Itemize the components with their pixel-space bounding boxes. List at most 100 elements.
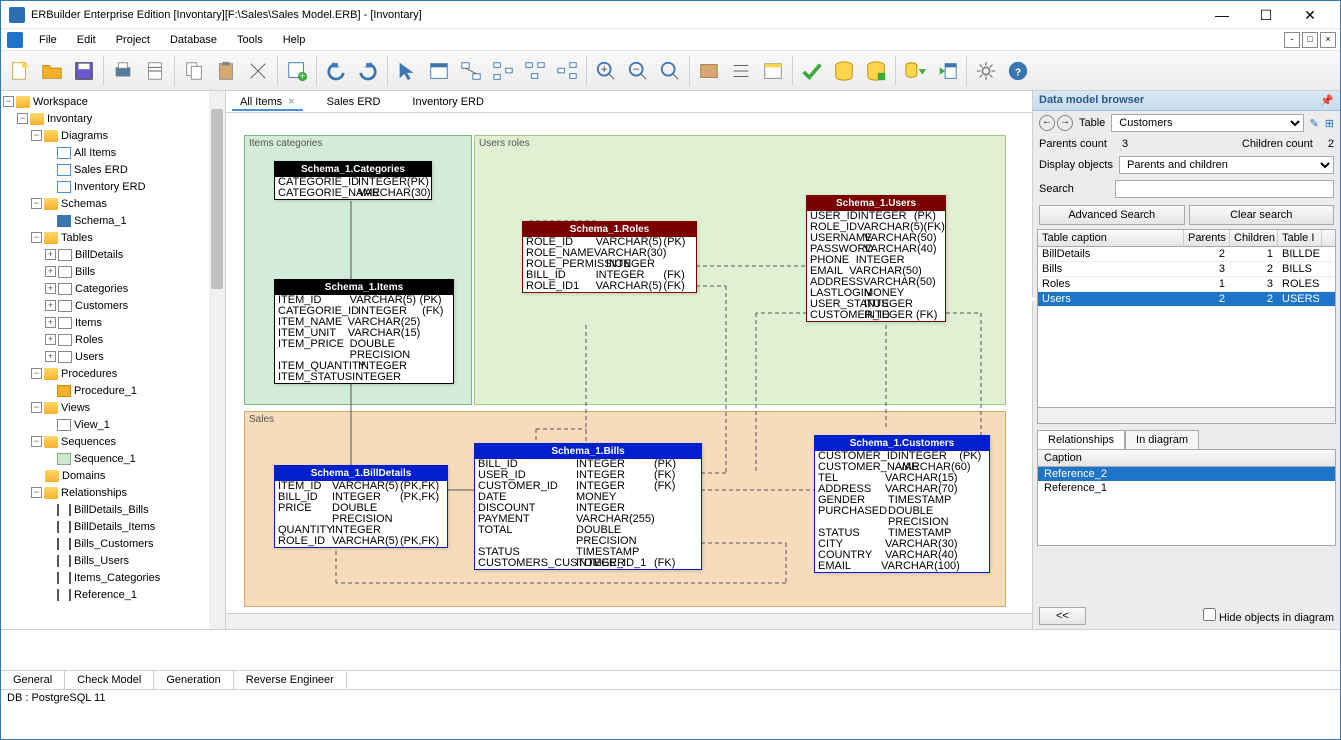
entity-items[interactable]: Schema_1.Items ITEM_IDVARCHAR(5)(PK)CATE… — [274, 279, 454, 384]
tree-table-item[interactable]: BillDetails — [75, 249, 123, 261]
clear-search-button[interactable]: Clear search — [1189, 205, 1335, 225]
tab-in-diagram[interactable]: In diagram — [1125, 430, 1199, 449]
list-tool[interactable] — [726, 56, 756, 86]
tree-diagram-item[interactable]: Inventory ERD — [74, 181, 146, 193]
locate-icon[interactable]: ⊞ — [1325, 117, 1334, 130]
zoom-out-button[interactable] — [623, 56, 653, 86]
entity-customers[interactable]: Schema_1.Customers CUSTOMER_IDINTEGER(PK… — [814, 435, 990, 573]
tree-table-item[interactable]: Users — [75, 351, 104, 363]
grid-header[interactable]: Parents — [1184, 230, 1230, 246]
grid-row[interactable]: BillDetails21BILLDE — [1038, 247, 1335, 262]
search-input[interactable] — [1115, 180, 1334, 198]
table-tool[interactable] — [424, 56, 454, 86]
entity-bills[interactable]: Schema_1.Bills BILL_IDINTEGER(PK)USER_ID… — [474, 443, 702, 570]
zoom-fit-button[interactable] — [655, 56, 685, 86]
tree-workspace[interactable]: Workspace — [33, 96, 88, 108]
tab-sales-erd[interactable]: Sales ERD — [319, 94, 389, 110]
tree-table-item[interactable]: Roles — [75, 334, 103, 346]
forward-table-button[interactable] — [932, 56, 962, 86]
tree-table-item[interactable]: Items — [75, 317, 102, 329]
tree-views[interactable]: Views — [61, 402, 90, 414]
tab-close-icon[interactable]: × — [288, 96, 294, 108]
entity-roles[interactable]: Schema_1.Roles ROLE_IDVARCHAR(5)(PK)ROLE… — [522, 221, 697, 293]
bottom-tab-general[interactable]: General — [1, 671, 65, 689]
tree-project[interactable]: Invontary — [47, 113, 92, 125]
grid-header[interactable]: Children — [1230, 230, 1278, 246]
grid-header[interactable]: Table caption — [1038, 230, 1184, 246]
mdi-minimize[interactable]: - — [1284, 32, 1300, 48]
rel-row[interactable]: Reference_1 — [1038, 481, 1335, 495]
tree-view-item[interactable]: View_1 — [74, 419, 110, 431]
entity-users[interactable]: Schema_1.Users USER_IDINTEGER(PK)ROLE_ID… — [806, 195, 946, 322]
grid-tool[interactable] — [758, 56, 788, 86]
grid-scrollbar[interactable] — [1037, 408, 1336, 424]
menu-edit[interactable]: Edit — [67, 31, 106, 49]
save-db-button[interactable] — [861, 56, 891, 86]
tree-table-item[interactable]: Customers — [75, 300, 128, 312]
grid-row[interactable]: ▶Users22USERS — [1038, 292, 1335, 307]
bottom-tab-generation[interactable]: Generation — [154, 671, 233, 689]
copy-button[interactable] — [179, 56, 209, 86]
menu-project[interactable]: Project — [106, 31, 160, 49]
tree-scrollbar[interactable] — [209, 91, 225, 629]
tree-procedure-item[interactable]: Procedure_1 — [74, 385, 137, 397]
new-button[interactable] — [5, 56, 35, 86]
tree-diagram-item[interactable]: All Items — [74, 147, 116, 159]
bottom-tab-check[interactable]: Check Model — [65, 671, 154, 689]
tree-procedures[interactable]: Procedures — [61, 368, 117, 380]
undo-button[interactable] — [321, 56, 351, 86]
relation-tool-3[interactable] — [520, 56, 550, 86]
help-button[interactable]: ? — [1003, 56, 1033, 86]
nav-first-button[interactable]: << — [1039, 607, 1086, 625]
tree-table-item[interactable]: Categories — [75, 283, 128, 295]
erd-canvas[interactable]: Items categories Users roles Sales — [226, 113, 1032, 613]
menu-file[interactable]: File — [29, 31, 67, 49]
entity-categories[interactable]: Schema_1.Categories CATEGORIE_IDINTEGER(… — [274, 161, 432, 200]
tree-rel-item[interactable]: Bills_Users — [74, 555, 129, 567]
maximize-button[interactable]: ☐ — [1244, 2, 1288, 28]
relation-tool-2[interactable] — [488, 56, 518, 86]
relation-tool-1[interactable] — [456, 56, 486, 86]
print-button[interactable] — [108, 56, 138, 86]
pointer-tool[interactable] — [392, 56, 422, 86]
display-objects-select[interactable]: Parents and children — [1119, 156, 1334, 174]
nav-back-icon[interactable]: ← — [1039, 115, 1055, 131]
tree-diagrams[interactable]: Diagrams — [61, 130, 108, 142]
open-button[interactable] — [37, 56, 67, 86]
tree-rel-item[interactable]: Items_Categories — [74, 572, 160, 584]
hide-objects-checkbox[interactable]: Hide objects in diagram — [1203, 608, 1334, 624]
menu-tools[interactable]: Tools — [227, 31, 273, 49]
tree-rel-item[interactable]: Reference_1 — [74, 589, 137, 601]
mdi-close[interactable]: × — [1320, 32, 1336, 48]
tree-rel-item[interactable]: BillDetails_Items — [74, 521, 155, 533]
delete-button[interactable] — [243, 56, 273, 86]
minimize-button[interactable]: — — [1200, 2, 1244, 28]
add-table-button[interactable]: + — [282, 56, 312, 86]
mdi-restore[interactable]: □ — [1302, 32, 1318, 48]
tree-diagram-item[interactable]: Sales ERD — [74, 164, 128, 176]
rel-grid-header[interactable]: Caption — [1038, 450, 1335, 467]
menu-database[interactable]: Database — [160, 31, 227, 49]
tab-all-items[interactable]: All Items× — [232, 94, 303, 110]
rel-row[interactable]: Reference_2 — [1038, 467, 1335, 481]
tree-rel-item[interactable]: BillDetails_Bills — [74, 504, 149, 516]
grid-row[interactable]: Bills32BILLS — [1038, 262, 1335, 277]
workspace-tree[interactable]: −Workspace −Invontary −Diagrams All Item… — [1, 91, 226, 629]
paste-button[interactable] — [211, 56, 241, 86]
entity-billdetails[interactable]: Schema_1.BillDetails ITEM_IDVARCHAR(5)(P… — [274, 465, 448, 548]
region-tool[interactable] — [694, 56, 724, 86]
tab-relationships[interactable]: Relationships — [1037, 430, 1125, 449]
tree-tables[interactable]: Tables — [61, 232, 93, 244]
bottom-tab-reverse[interactable]: Reverse Engineer — [234, 671, 347, 689]
validate-button[interactable] — [797, 56, 827, 86]
redo-button[interactable] — [353, 56, 383, 86]
relationships-grid[interactable]: Caption Reference_2Reference_1 — [1037, 449, 1336, 546]
edit-icon[interactable]: ✎ — [1310, 117, 1319, 130]
menu-help[interactable]: Help — [273, 31, 316, 49]
tree-schema-item[interactable]: Schema_1 — [74, 215, 127, 227]
tab-inventory-erd[interactable]: Inventory ERD — [404, 94, 492, 110]
advanced-search-button[interactable]: Advanced Search — [1039, 205, 1185, 225]
pin-icon[interactable]: 📌 — [1320, 94, 1334, 107]
tree-sequence-item[interactable]: Sequence_1 — [74, 453, 136, 465]
grid-header[interactable]: Table I — [1278, 230, 1322, 246]
